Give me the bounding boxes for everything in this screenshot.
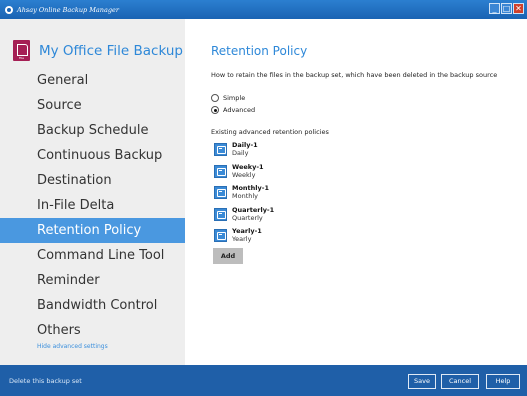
policy-type: Daily [232, 149, 249, 157]
app-logo-icon [5, 5, 13, 14]
simple-label: Simple [223, 94, 246, 102]
window-controls: _ □ ✕ [489, 3, 524, 14]
policy-name: Weeky-1 [232, 162, 264, 171]
sidebar-item-bandwidth-control[interactable]: Bandwidth Control [0, 293, 185, 318]
backup-set-name: My Office File Backup [39, 42, 183, 59]
retention-policy-icon [214, 186, 227, 199]
policy-name: Quarterly-1 [232, 205, 275, 214]
retention-policy-icon [214, 164, 227, 178]
policy-name: Monthly-1 [232, 184, 269, 192]
delete-backup-set-link[interactable]: Delete this backup set [9, 377, 82, 385]
add-policy-button[interactable]: Add [213, 248, 243, 264]
policy-item[interactable]: Yearly-1 Yearly [214, 227, 274, 249]
option-simple[interactable]: Simple [211, 94, 245, 102]
main-panel: Retention Policy How to retain the files… [185, 19, 527, 365]
save-button[interactable]: Save [408, 374, 436, 389]
option-advanced[interactable]: Advanced [211, 106, 255, 114]
sidebar-item-reminder[interactable]: Reminder [0, 268, 185, 293]
simple-radio[interactable] [211, 94, 219, 102]
sidebar-item-backup-schedule[interactable]: Backup Schedule [0, 118, 185, 143]
sidebar-item-retention-policy[interactable]: Retention Policy [0, 218, 185, 243]
policy-item[interactable]: Daily-1 Daily [214, 141, 274, 163]
minimize-button[interactable]: _ [489, 3, 500, 14]
existing-policies-label: Existing advanced retention policies [211, 128, 329, 136]
sidebar-item-destination[interactable]: Destination [0, 168, 185, 193]
sidebar-item-continuous-backup[interactable]: Continuous Backup [0, 143, 185, 168]
sidebar: My Office File Backup General Source Bac… [0, 19, 185, 365]
sidebar-item-others[interactable]: Others [0, 318, 185, 343]
advanced-label: Advanced [223, 106, 256, 114]
retention-policy-icon [214, 207, 227, 221]
policy-type: Weekly [232, 170, 256, 179]
policy-type: Monthly [232, 192, 259, 200]
cancel-button[interactable]: Cancel [441, 374, 479, 389]
backup-set-header: My Office File Backup [13, 40, 183, 61]
sidebar-item-general[interactable]: General [0, 68, 185, 93]
policy-list: Daily-1 Daily Weeky-1 Weekly Monthly-1 M… [214, 141, 274, 249]
retention-policy-icon [214, 229, 227, 242]
window-title: Ahsay Online Backup Manager [17, 5, 119, 14]
sidebar-item-in-file-delta[interactable]: In-File Delta [0, 193, 185, 218]
footer-bar: Delete this backup set Save Cancel Help [0, 365, 527, 396]
page-title: Retention Policy [211, 44, 308, 58]
policy-name: Daily-1 [232, 141, 258, 149]
close-button[interactable]: ✕ [513, 3, 524, 14]
policy-item[interactable]: Weeky-1 Weekly [214, 163, 274, 185]
sidebar-item-command-line-tool[interactable]: Command Line Tool [0, 243, 185, 268]
policy-type: Quarterly [232, 213, 263, 222]
retention-description: How to retain the files in the backup se… [211, 71, 498, 79]
title-bar: Ahsay Online Backup Manager _ □ ✕ [0, 0, 527, 19]
retention-policy-icon [214, 143, 227, 156]
policy-name: Yearly-1 [232, 227, 262, 235]
settings-nav: General Source Backup Schedule Continuou… [0, 68, 185, 343]
advanced-radio[interactable] [211, 106, 219, 114]
hide-advanced-settings-link[interactable]: Hide advanced settings [37, 343, 108, 350]
policy-item[interactable]: Quarterly-1 Quarterly [214, 206, 274, 228]
policy-item[interactable]: Monthly-1 Monthly [214, 184, 274, 206]
file-backup-icon [13, 40, 30, 61]
help-button[interactable]: Help [486, 374, 520, 389]
sidebar-item-source[interactable]: Source [0, 93, 185, 118]
maximize-button[interactable]: □ [501, 3, 512, 14]
policy-type: Yearly [232, 235, 252, 243]
